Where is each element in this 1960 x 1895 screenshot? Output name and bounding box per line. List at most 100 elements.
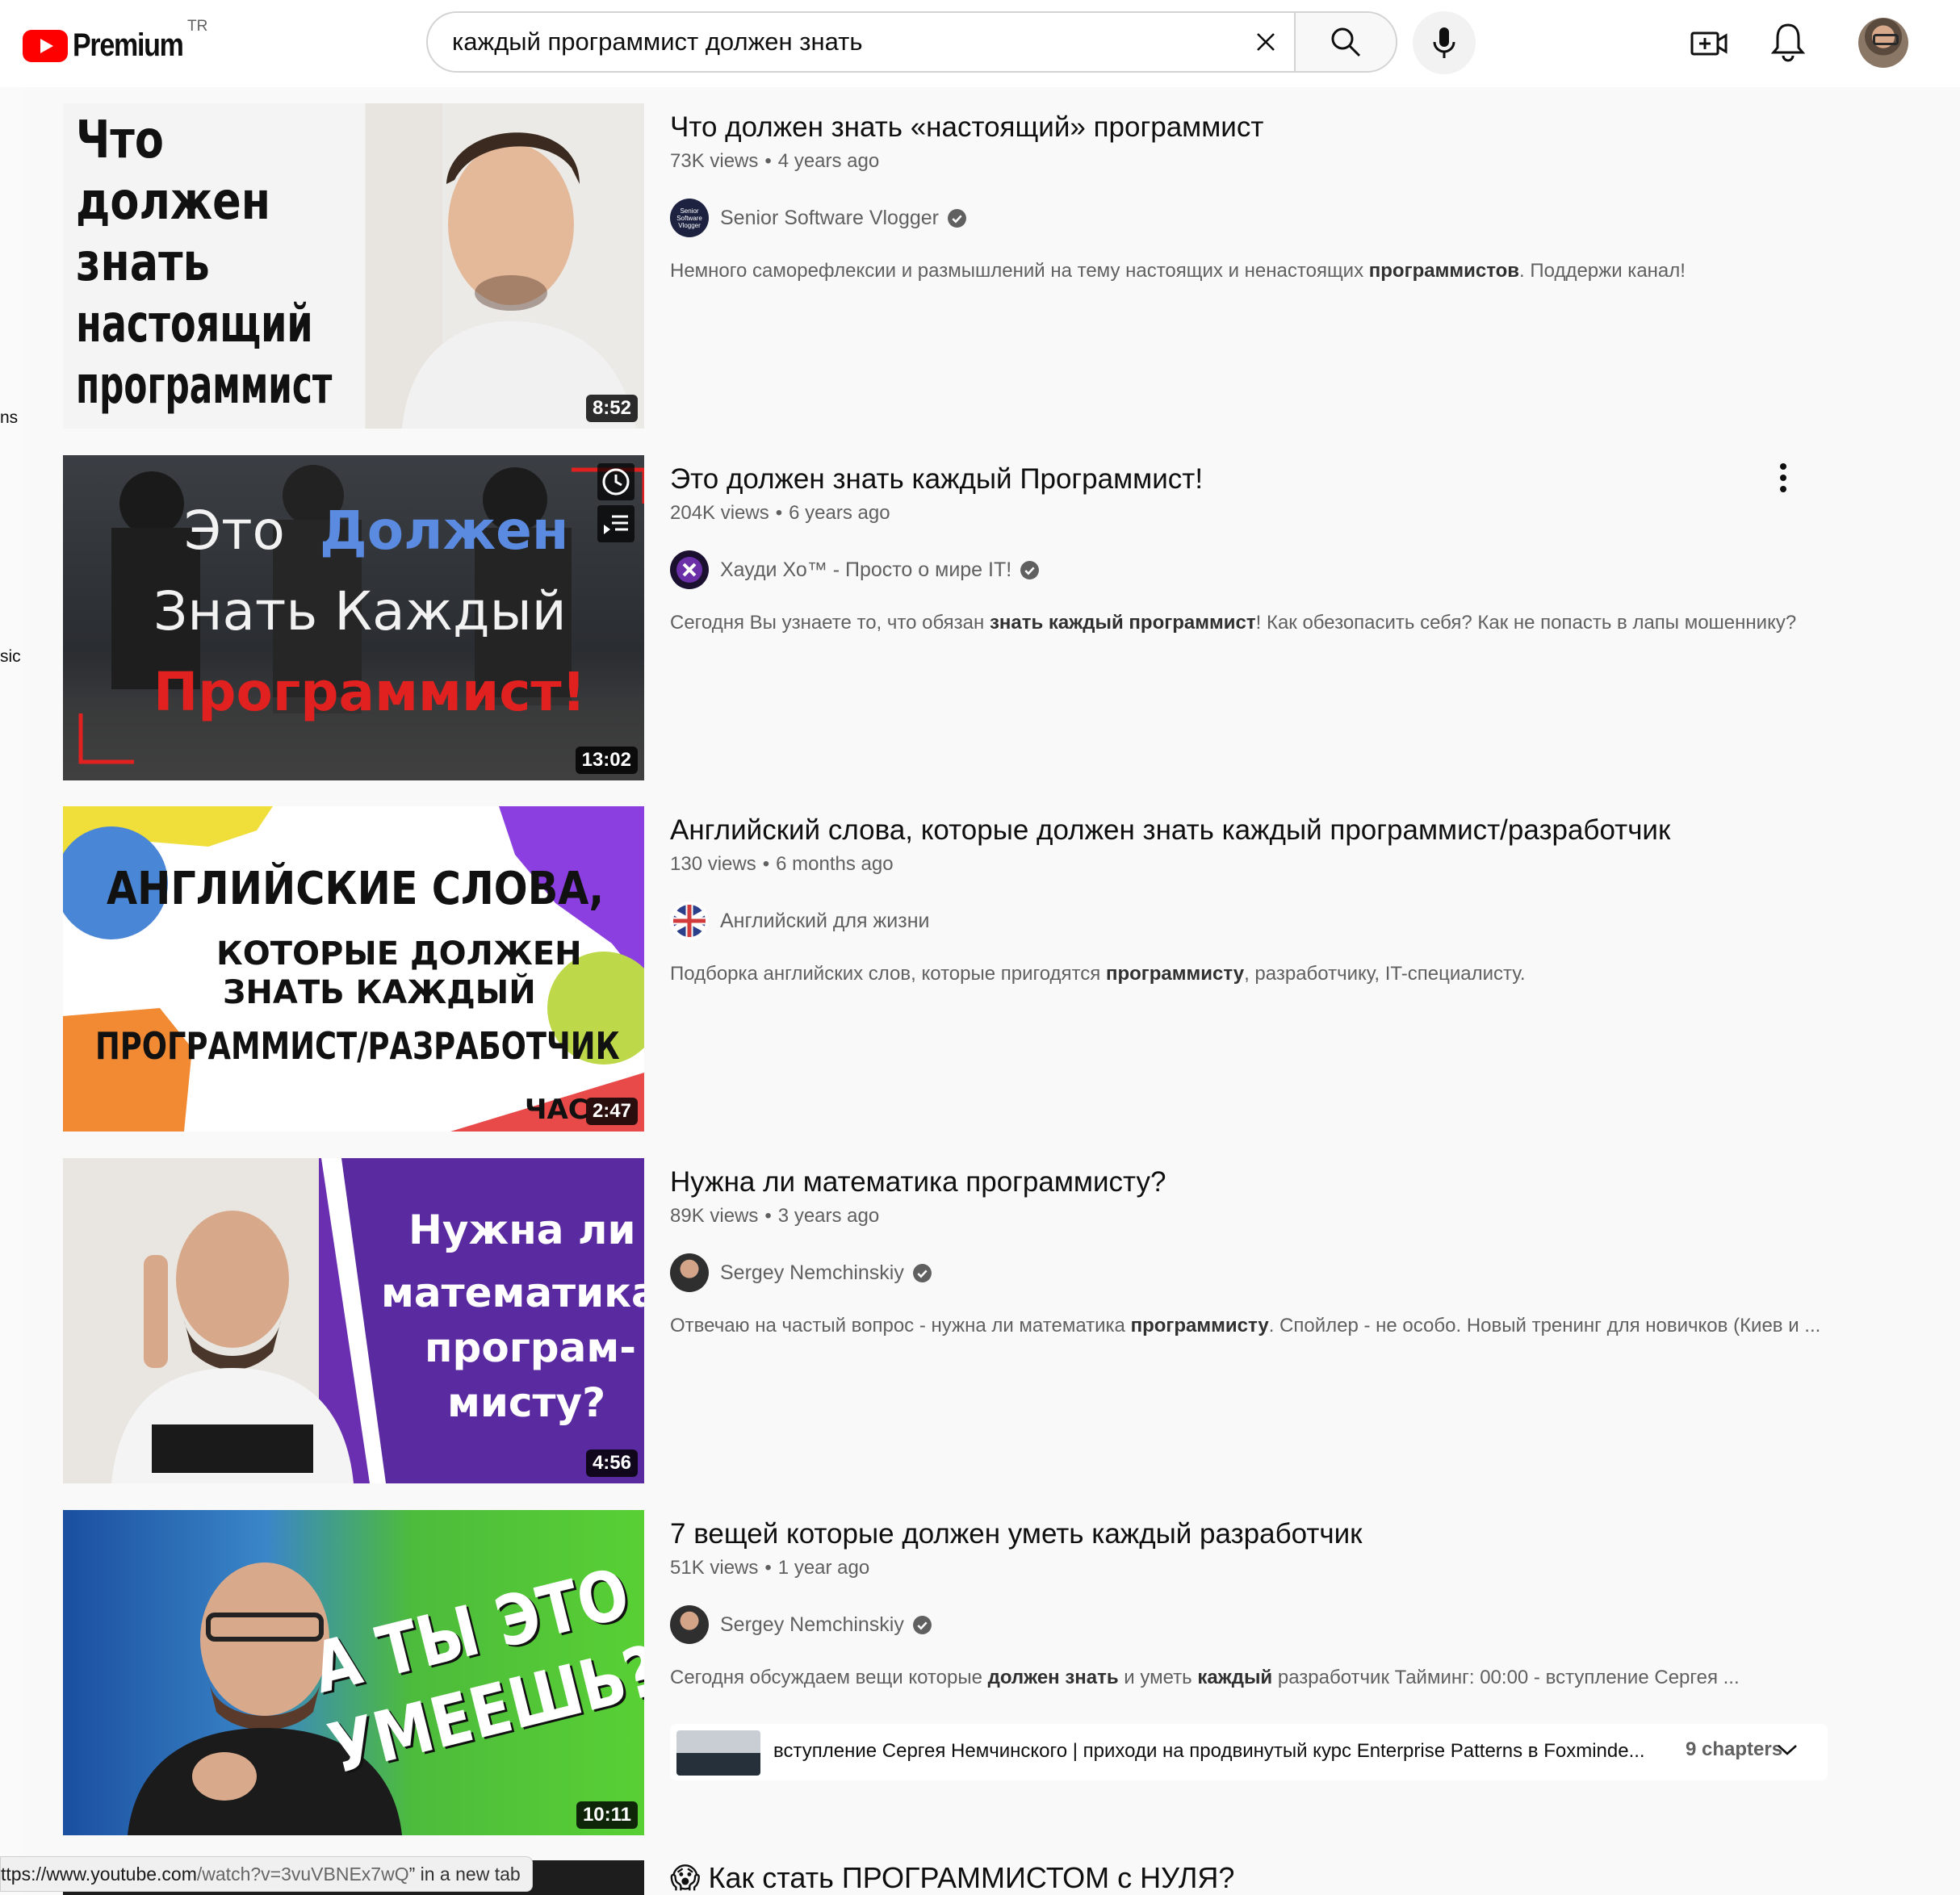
thumbnail-text: АНГЛИЙСКИЕ СЛОВА, — [107, 863, 605, 915]
upload-age: 6 years ago — [789, 502, 890, 524]
search-box[interactable]: каждый программист должен знать — [426, 11, 1397, 73]
video-meta: 130 views • 6 months ago — [670, 853, 894, 875]
verified-badge-icon — [912, 1263, 932, 1282]
thumbnail-text: Знать Каждый — [153, 580, 567, 642]
video-description: Подборка английских слов, которые пригод… — [670, 963, 1526, 985]
video-title[interactable]: 7 вещей которые должен уметь каждый разр… — [670, 1515, 1832, 1554]
youtube-premium-logo[interactable]: Premium — [23, 27, 203, 64]
view-count: 204K views — [670, 502, 769, 524]
video-title[interactable]: Что должен знать «настоящий» программист — [670, 108, 1832, 147]
video-title[interactable]: 😱 Как стать ПРОГРАММИСТОМ с НУЛЯ? — [670, 1861, 1234, 1895]
link-url-tooltip: ttps://www.youtube.com/watch?v=3vuVBNEx7… — [0, 1856, 533, 1892]
video-info: Что должен знать «настоящий» программист… — [670, 103, 1832, 282]
thumbnail-text: Это — [184, 500, 285, 562]
search-input[interactable]: каждый программист должен знать — [452, 13, 1243, 71]
video-meta: 73K views • 4 years ago — [670, 150, 880, 172]
channel-name[interactable]: Sergey Nemchinskiy — [720, 1261, 904, 1285]
thumbnail-text: програм- — [425, 1324, 636, 1371]
channel-row[interactable]: Sergey Nemchinskiy — [670, 1253, 1832, 1292]
video-description: Сегодня обсуждаем вещи которые должен зн… — [670, 1667, 1740, 1688]
channel-avatar[interactable] — [670, 1605, 709, 1644]
clear-search-icon[interactable] — [1251, 27, 1280, 56]
video-thumbnail[interactable]: А ТЫ ЭТО УМЕЕШЬ? 10:11 — [63, 1510, 644, 1835]
video-thumbnail[interactable]: АНГЛИЙСКИЕ СЛОВА, КОТОРЫЕ ДОЛЖЕН ЗНАТЬ К… — [63, 806, 644, 1132]
thumbnail-text: ПРОГРАММИСТ/РАЗРАБОТЧИК — [95, 1024, 620, 1068]
video-result[interactable]: А ТЫ ЭТО УМЕЕШЬ? 10:11 7 вещей которые д… — [63, 1510, 1839, 1835]
channel-row[interactable]: Английский для жизни — [670, 901, 1832, 940]
video-title[interactable]: Нужна ли математика программисту? — [670, 1163, 1832, 1202]
voice-search-button[interactable] — [1413, 11, 1476, 74]
channel-row[interactable]: Sergey Nemchinskiy — [670, 1605, 1832, 1644]
video-duration: 10:11 — [576, 1801, 638, 1829]
channel-name[interactable]: Sergey Nemchinskiy — [720, 1613, 904, 1637]
upload-age: 6 months ago — [776, 853, 894, 875]
chapters-bar[interactable]: вступление Сергея Немчинского | приходи … — [670, 1724, 1828, 1780]
chevron-down-icon[interactable] — [1776, 1742, 1799, 1758]
view-count: 73K views — [670, 150, 759, 172]
video-title[interactable]: Английский слова, которые должен знать к… — [670, 811, 1832, 850]
video-info: Нужна ли математика программисту? 89K vi… — [670, 1158, 1832, 1337]
masthead: Premium TR каждый программист должен зна… — [0, 0, 1960, 87]
upload-age: 4 years ago — [777, 150, 880, 172]
youtube-play-icon — [23, 29, 68, 62]
logo-text: Premium — [73, 27, 184, 63]
video-result[interactable]: АНГЛИЙСКИЕ СЛОВА, КОТОРЫЕ ДОЛЖЕН ЗНАТЬ К… — [63, 806, 1839, 1132]
search-icon — [1331, 27, 1361, 57]
video-result[interactable]: Нужна ли математика програм- мисту? 4:56… — [63, 1158, 1839, 1483]
video-info: 7 вещей которые должен уметь каждый разр… — [670, 1510, 1832, 1780]
video-duration: 2:47 — [585, 1098, 638, 1125]
create-video-icon[interactable] — [1690, 24, 1728, 63]
channel-avatar[interactable]: Senior Software Vlogger — [670, 199, 709, 237]
video-duration: 13:02 — [575, 747, 638, 774]
view-count: 130 views — [670, 853, 756, 875]
video-thumbnail[interactable]: Что должен знать настоящий программист 8… — [63, 103, 644, 429]
sidebar-edge — [0, 87, 24, 1895]
thumbnail-text: КОТОРЫЕ ДОЛЖЕН — [216, 935, 582, 973]
scream-emoji: 😱 — [670, 1861, 701, 1894]
channel-name[interactable]: Хауди Хо™ - Просто о мире IT! — [720, 558, 1011, 582]
channel-avatar[interactable] — [670, 1253, 709, 1292]
view-count: 51K views — [670, 1557, 759, 1579]
search-button[interactable] — [1294, 13, 1396, 71]
video-title[interactable]: Это должен знать каждый Программист! — [670, 460, 1832, 499]
video-duration: 8:52 — [585, 395, 638, 422]
thumbnail-text: Программист! — [153, 661, 586, 723]
thumbnail-text: ЗНАТЬ КАЖДЫЙ — [223, 974, 536, 1011]
channel-name[interactable]: Senior Software Vlogger — [720, 207, 939, 230]
video-thumbnail[interactable]: Это Должен Знать Каждый Программист! 13:… — [63, 455, 644, 780]
channel-row[interactable]: Хауди Хо™ - Просто о мире IT! — [670, 550, 1832, 589]
channel-avatar[interactable] — [670, 550, 709, 589]
account-avatar[interactable] — [1858, 18, 1908, 68]
verified-badge-icon — [912, 1615, 932, 1634]
channel-avatar-text: Senior Software Vlogger — [676, 207, 702, 229]
video-meta: 204K views • 6 years ago — [670, 502, 890, 524]
chapter-count[interactable]: 9 chapters — [1686, 1738, 1782, 1761]
channel-row[interactable]: Senior Software Vlogger Senior Software … — [670, 199, 1832, 237]
video-result[interactable]: Что должен знать настоящий программист 8… — [63, 103, 1839, 429]
video-description: Сегодня Вы узнаете то, что обязан знать … — [670, 612, 1797, 634]
chapter-title[interactable]: вступление Сергея Немчинского | приходи … — [773, 1740, 1665, 1763]
thumbnail-text: Нужна ли — [408, 1207, 636, 1253]
channel-name[interactable]: Английский для жизни — [720, 910, 929, 933]
uk-flag-icon — [673, 905, 706, 937]
country-code: TR — [187, 18, 208, 35]
video-info: Это должен знать каждый Программист! 204… — [670, 455, 1832, 634]
add-to-queue-icon[interactable] — [597, 505, 634, 542]
thumbnail-text: программист — [76, 356, 333, 416]
channel-logo-icon — [676, 557, 702, 583]
more-actions-icon[interactable] — [1778, 462, 1788, 494]
watch-later-icon[interactable] — [597, 463, 634, 500]
video-description: Немного саморефлексии и размышлений на т… — [670, 260, 1686, 282]
video-duration: 4:56 — [585, 1449, 638, 1477]
sidebar-fragment[interactable]: ns — [0, 408, 18, 428]
video-result[interactable]: Это Должен Знать Каждый Программист! 13:… — [63, 455, 1839, 780]
channel-avatar[interactable] — [670, 901, 709, 940]
upload-age: 1 year ago — [777, 1557, 870, 1579]
notifications-bell-icon[interactable] — [1770, 22, 1806, 62]
chapter-thumbnail[interactable] — [676, 1730, 760, 1776]
video-thumbnail[interactable]: Нужна ли математика програм- мисту? 4:56 — [63, 1158, 644, 1483]
sidebar-fragment[interactable]: sic — [0, 647, 21, 667]
verified-badge-icon — [948, 208, 966, 228]
thumbnail-text: Что — [76, 111, 164, 170]
view-count: 89K views — [670, 1205, 759, 1227]
